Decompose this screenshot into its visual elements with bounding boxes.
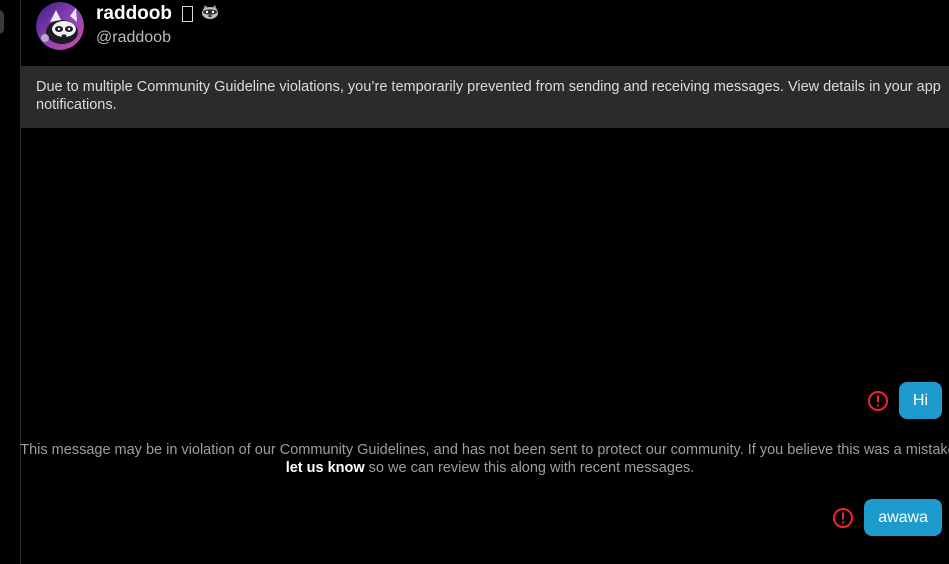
display-name-row[interactable]: raddoob xyxy=(96,3,219,25)
raccoon-avatar-icon xyxy=(36,2,84,50)
conversation-header[interactable]: raddoob @raddoob xyxy=(21,0,949,64)
message-text: awawa xyxy=(878,508,928,526)
let-us-know-link[interactable]: let us know xyxy=(286,460,365,476)
message-bubble[interactable]: awawa xyxy=(864,499,942,536)
restriction-banner: Due to multiple Community Guideline viol… xyxy=(20,66,949,128)
sidebar-divider xyxy=(0,0,21,564)
message-row: awawa xyxy=(832,499,942,536)
user-handle: @raddoob xyxy=(96,29,171,46)
dm-conversation: raddoob @raddoob Due to multiple Communi… xyxy=(0,0,949,564)
message-text: Hi xyxy=(912,391,928,409)
message-bubble[interactable]: Hi xyxy=(898,382,942,419)
violation-notice: This message may be in violation of our … xyxy=(20,441,949,477)
violation-notice-text-end: so we can review this along with recent … xyxy=(364,460,695,476)
avatar[interactable] xyxy=(36,2,84,50)
collapse-handle[interactable] xyxy=(0,10,4,34)
warning-icon[interactable] xyxy=(832,507,854,529)
message-row: Hi xyxy=(867,382,942,419)
restriction-banner-text: Due to multiple Community Guideline viol… xyxy=(36,79,941,113)
display-name: raddoob xyxy=(96,3,172,24)
violation-notice-text: This message may be in violation of our … xyxy=(20,442,949,458)
warning-icon[interactable] xyxy=(867,390,889,412)
missing-glyph-icon xyxy=(182,6,193,22)
raccoon-icon xyxy=(201,3,219,25)
